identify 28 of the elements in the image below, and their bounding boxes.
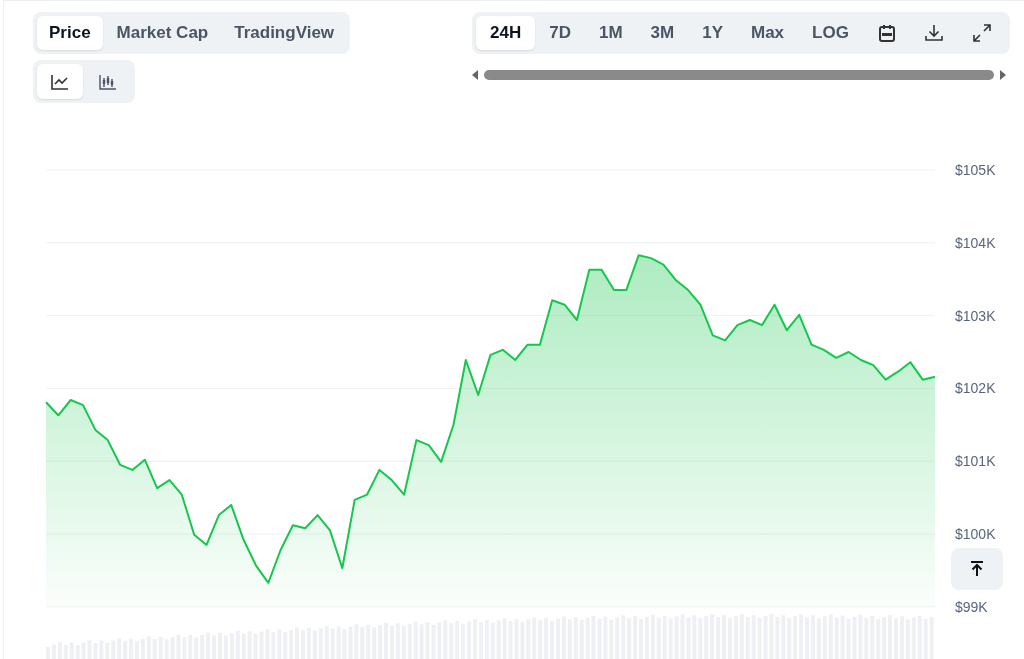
- range-tab[interactable]: 24H: [476, 16, 536, 50]
- chart-type-button[interactable]: [37, 64, 83, 99]
- scroll-right-icon[interactable]: [1000, 70, 1006, 80]
- axis-label: $105K: [955, 162, 996, 178]
- axis-label: $103K: [955, 307, 996, 324]
- range-tab[interactable]: LOG: [798, 16, 863, 50]
- arrow-up-icon: [970, 561, 984, 577]
- axis-label: $104K: [955, 234, 996, 251]
- range-tab[interactable]: 3M: [636, 16, 689, 50]
- range-tab[interactable]: 7D: [535, 16, 585, 50]
- chart-tab[interactable]: TradingView: [222, 16, 347, 50]
- axis-label: $101K: [955, 453, 996, 470]
- axis-label: $100K: [955, 526, 996, 542]
- scrollbar-thumb[interactable]: [484, 70, 994, 80]
- calendar-icon: [878, 24, 895, 42]
- line-chart-icon: [51, 73, 69, 90]
- range-tab[interactable]: 1Y: [688, 16, 737, 50]
- candlestick-icon: [99, 73, 117, 90]
- scroll-left-icon[interactable]: [472, 70, 478, 80]
- chart-tab[interactable]: Price: [37, 16, 103, 50]
- axis-label: $102K: [955, 380, 996, 397]
- download-icon: [925, 24, 944, 42]
- axis-label: $99K: [955, 598, 988, 615]
- scroll-to-top-button[interactable]: [951, 548, 1003, 590]
- chart-tab[interactable]: Market Cap: [104, 16, 221, 50]
- expand-icon: [973, 24, 992, 42]
- range-tab[interactable]: Max: [736, 16, 799, 50]
- range-tab[interactable]: 1M: [584, 16, 637, 50]
